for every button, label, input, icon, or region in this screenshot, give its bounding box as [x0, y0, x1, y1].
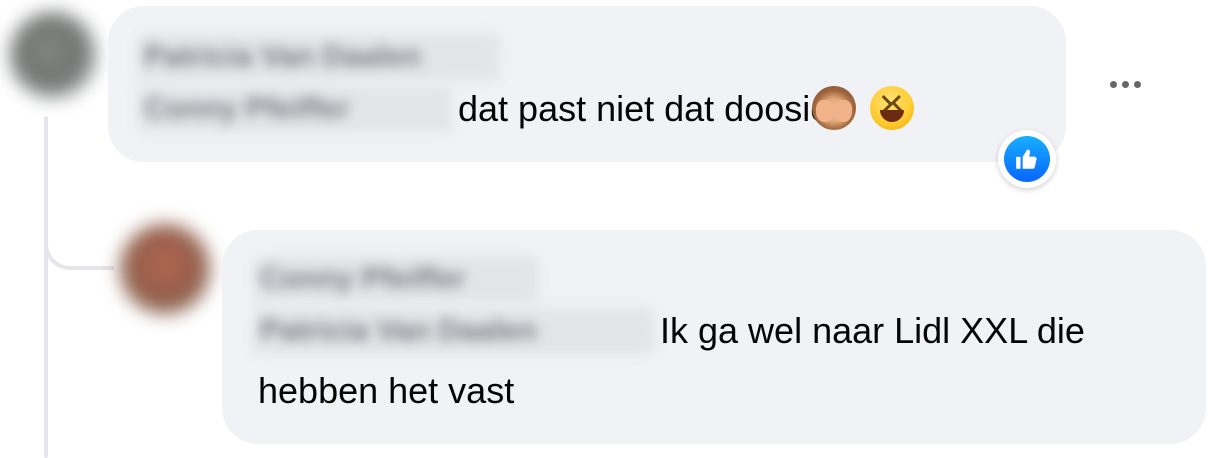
thread-line: [44, 116, 48, 458]
author-name[interactable]: Patricia Van Daalen: [138, 34, 500, 80]
comment-text: Ik ga wel naar Lidl XXL die: [660, 310, 1085, 351]
more-options-button[interactable]: [1096, 66, 1154, 102]
like-icon: [1004, 136, 1050, 182]
mention-tag[interactable]: Conny Pfeiffer: [138, 86, 452, 132]
comment-bubble: Patricia Van Daalen Conny Pfeiffer dat p…: [108, 6, 1066, 162]
author-name[interactable]: Conny Pfeiffer: [254, 256, 538, 302]
mention-tag[interactable]: Patricia Van Daalen: [254, 308, 654, 354]
see-no-evil-monkey-icon: [812, 86, 856, 130]
grinning-squinting-face-icon: [870, 86, 914, 130]
reaction-badge[interactable]: [998, 130, 1056, 188]
comment-text: dat past niet dat doosie: [458, 88, 831, 129]
avatar[interactable]: [120, 224, 210, 314]
avatar[interactable]: [10, 12, 96, 98]
reply-connector: [44, 214, 114, 270]
reply-bubble: Conny Pfeiffer Patricia Van Daalen Ik ga…: [222, 230, 1206, 444]
comment-thread: Patricia Van Daalen Conny Pfeiffer dat p…: [0, 0, 1214, 458]
more-icon: [1109, 80, 1117, 88]
comment-text: hebben het vast: [258, 370, 515, 411]
